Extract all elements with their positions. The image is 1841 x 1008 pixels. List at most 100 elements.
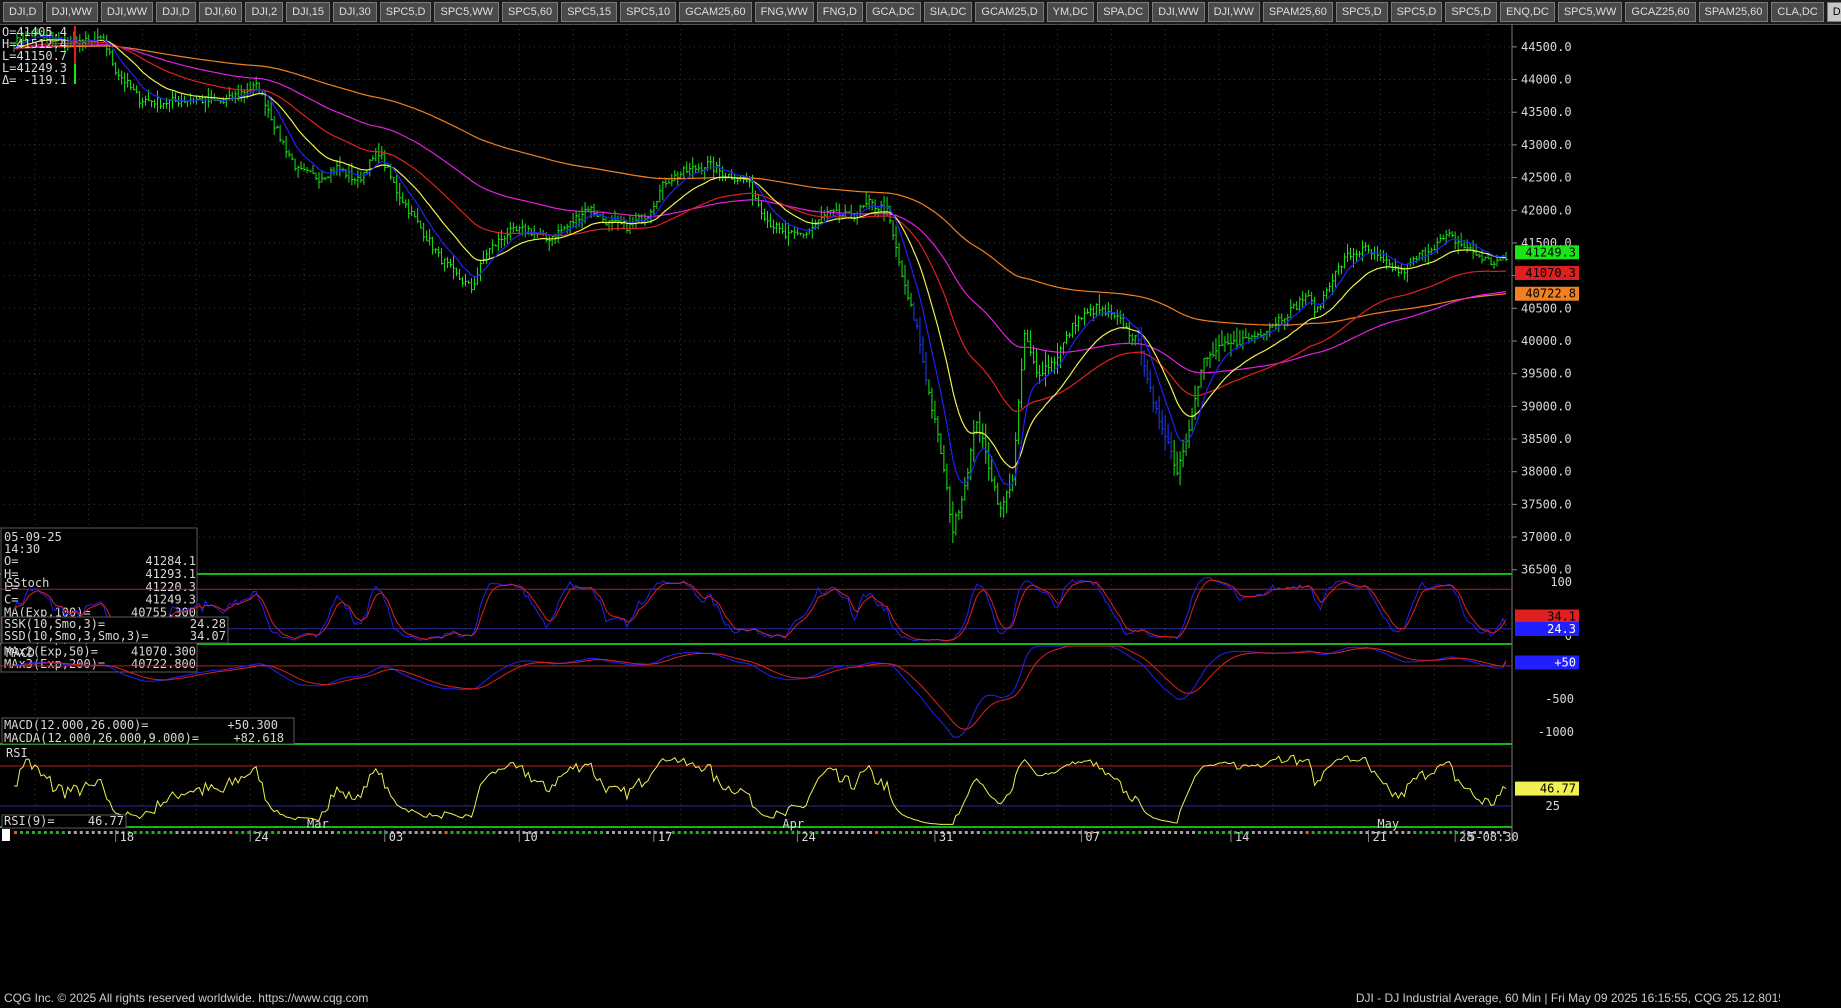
- session-strip-segment: [1401, 831, 1405, 834]
- chart-tab[interactable]: CLA,DC: [1771, 2, 1824, 22]
- session-strip-segment: [1120, 831, 1124, 834]
- chart-tab[interactable]: DJI,2: [245, 2, 284, 22]
- rsi-title: RSI: [6, 746, 28, 760]
- chart-tab-bar: DJI,D DJI,WW DJI,WW DJI,D DJI,60 DJI,2 DJI,15 D…: [0, 0, 1841, 25]
- chart-tab[interactable]: DJI,WW: [45, 2, 98, 22]
- chart-tab[interactable]: SPC5,WW: [1557, 2, 1623, 22]
- session-strip-segment: [1449, 831, 1453, 834]
- session-strip-segment: [1174, 831, 1178, 834]
- session-strip-segment: [1437, 831, 1441, 834]
- session-strip-segment: [617, 831, 621, 834]
- time-axis-label: 5-08:30: [1468, 830, 1519, 844]
- session-strip-segment: [773, 831, 777, 834]
- chart-tab[interactable]: SPC5,D: [1390, 2, 1443, 22]
- chart-tab[interactable]: YM,DC: [1046, 2, 1095, 22]
- price-chart[interactable]: 36500.037000.037500.038000.038500.039000…: [0, 24, 1841, 990]
- chart-tab[interactable]: FNG,WW: [754, 2, 814, 22]
- time-axis-label: 24: [254, 830, 268, 844]
- chart-tab[interactable]: SPC5,WW: [434, 2, 500, 22]
- chart-tab[interactable]: SPA,DC: [1097, 2, 1150, 22]
- chart-tab[interactable]: SIA,DC: [923, 2, 973, 22]
- price-axis-label: 37500.0: [1521, 497, 1572, 511]
- price-last-tag-label: 41070.3: [1525, 266, 1576, 280]
- session-strip-segment: [61, 831, 65, 834]
- session-strip-segment: [193, 831, 197, 834]
- chart-tab[interactable]: SPC5,D: [379, 2, 432, 22]
- chart-tab[interactable]: ENQ,DC: [1500, 2, 1555, 22]
- chart-tab[interactable]: GCAM25,D: [975, 2, 1044, 22]
- chart-tab[interactable]: GCA,DC: [865, 2, 921, 22]
- session-strip-segment: [725, 831, 729, 834]
- macd-signal-label: MACDA(12.000,26.000,9.000)=: [4, 731, 199, 745]
- chart-tab[interactable]: DJI,D: [156, 2, 196, 22]
- session-strip-segment: [910, 831, 914, 834]
- session-strip-segment: [324, 831, 328, 834]
- session-strip-segment: [312, 831, 316, 834]
- session-strip-segment: [1186, 831, 1190, 834]
- time-axis-label: 10: [523, 830, 537, 844]
- session-strip-segment: [1299, 831, 1303, 834]
- session-strip-segment: [1209, 831, 1213, 834]
- session-strip-segment: [540, 831, 544, 834]
- session-strip-segment: [498, 831, 502, 834]
- chart-tab[interactable]: DJI,15: [286, 2, 330, 22]
- chart-tab[interactable]: DJI,D: [3, 2, 43, 22]
- macd-signal-line: [13, 645, 1507, 730]
- session-strip-segment: [707, 831, 711, 834]
- session-strip-segment: [103, 831, 107, 834]
- session-strip-segment: [450, 831, 454, 834]
- session-strip-segment: [336, 831, 340, 834]
- chart-tab[interactable]: DJI,30: [332, 2, 377, 22]
- session-strip-segment: [701, 831, 705, 834]
- session-strip-segment: [1305, 831, 1309, 834]
- chart-tab[interactable]: SPC5,60: [502, 2, 559, 22]
- session-strip-segment: [1180, 831, 1184, 834]
- chart-tab[interactable]: SPC5,15: [561, 2, 618, 22]
- chart-tab[interactable]: DJI,60: [198, 2, 243, 22]
- chart-tab[interactable]: DJI,WW: [1152, 2, 1205, 22]
- session-strip-segment: [779, 831, 783, 834]
- session-strip-segment: [875, 831, 879, 834]
- session-strip-segment: [1042, 831, 1046, 834]
- session-strip-segment: [1407, 831, 1411, 834]
- chart-tab[interactable]: SPC5,D: [1335, 2, 1388, 22]
- chart-tab[interactable]: GCAM25,60: [679, 2, 752, 22]
- info-label: O=: [4, 554, 18, 568]
- status-footer: CQG Inc. © 2025 All rights reserved worl…: [0, 990, 1841, 1008]
- session-strip-segment: [330, 831, 334, 834]
- session-strip-segment: [869, 831, 873, 834]
- close-marker: [74, 64, 76, 84]
- stoch-last-tag-label: 24.3: [1547, 622, 1576, 636]
- session-strip-segment: [91, 831, 95, 834]
- session-strip-segment: [558, 831, 562, 834]
- chart-tab[interactable]: DJI,60: [1826, 2, 1841, 22]
- session-strip-segment: [1126, 831, 1130, 834]
- session-strip-segment: [606, 831, 610, 834]
- session-strip-segment: [1006, 831, 1010, 834]
- session-strip-segment: [181, 831, 185, 834]
- session-strip-segment: [145, 831, 149, 834]
- session-strip-segment: [1269, 831, 1273, 834]
- session-strip-segment: [289, 831, 293, 834]
- session-strip-segment: [1323, 831, 1327, 834]
- chart-tab[interactable]: FNG,D: [816, 2, 863, 22]
- chart-tab[interactable]: DJI,WW: [1207, 2, 1260, 22]
- session-strip-segment: [564, 831, 568, 834]
- session-strip-segment: [31, 831, 35, 834]
- chart-tab[interactable]: DJI,WW: [100, 2, 154, 22]
- session-strip-segment: [1114, 831, 1118, 834]
- chart-tab[interactable]: SPC5,10: [620, 2, 677, 22]
- session-strip-segment: [1443, 831, 1447, 834]
- chart-tab[interactable]: SPAM25,60: [1262, 2, 1333, 22]
- session-strip-segment: [1012, 831, 1016, 834]
- session-strip-segment: [1048, 831, 1052, 834]
- chart-tab[interactable]: GCAZ25,60: [1625, 2, 1696, 22]
- session-strip-segment: [1419, 831, 1423, 834]
- session-strip-segment: [55, 831, 59, 834]
- session-strip-segment: [767, 831, 771, 834]
- stoch-d-value: 34.07: [190, 629, 226, 643]
- session-strip-segment: [241, 831, 245, 834]
- ma9-line: [13, 35, 1507, 486]
- chart-tab[interactable]: SPAM25,60: [1698, 2, 1769, 22]
- chart-tab[interactable]: SPC5,D: [1445, 2, 1498, 22]
